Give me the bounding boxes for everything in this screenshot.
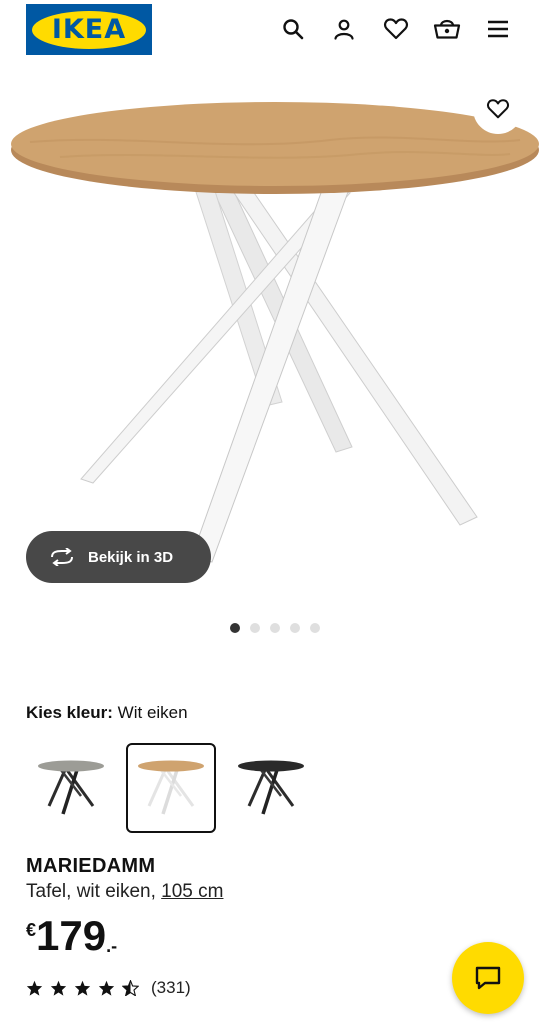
half-star-icon	[122, 980, 139, 996]
color-swatches	[26, 743, 316, 833]
product-rating[interactable]: (331)	[26, 978, 191, 998]
product-price: € 179 .-	[26, 912, 117, 960]
color-option-white-oak[interactable]	[126, 743, 216, 833]
product-description-text: Tafel, wit eiken,	[26, 881, 162, 902]
gallery-dot[interactable]	[250, 623, 260, 633]
color-option-grey[interactable]	[26, 743, 116, 833]
price-decimal: .-	[106, 936, 118, 956]
star-icon	[98, 980, 115, 996]
gallery-dot[interactable]	[230, 623, 240, 633]
favourites-icon[interactable]	[381, 14, 411, 44]
rotate-3d-icon	[51, 548, 73, 566]
oak-table-thumbnail	[138, 760, 204, 815]
ikea-logo[interactable]: IKEA	[26, 4, 152, 55]
star-icon	[26, 980, 43, 996]
shopping-basket-icon[interactable]	[432, 14, 462, 44]
grey-table-thumbnail	[38, 760, 104, 815]
chat-icon	[475, 966, 501, 990]
black-table-thumbnail	[238, 760, 304, 815]
color-selector-label: Kies kleur: Wit eiken	[26, 703, 188, 723]
gallery-dot[interactable]	[270, 623, 280, 633]
chat-button[interactable]	[452, 942, 524, 1014]
gallery-dot[interactable]	[290, 623, 300, 633]
product-name: MARIEDAMM	[26, 855, 156, 877]
star-icon	[50, 980, 67, 996]
price-currency: €	[26, 920, 37, 940]
rating-stars	[26, 980, 139, 996]
size-link[interactable]: 105 cm	[161, 881, 223, 902]
gallery-pagination	[0, 623, 550, 633]
review-count: (331)	[151, 978, 191, 997]
gallery-dot[interactable]	[310, 623, 320, 633]
logo-oval: IKEA	[32, 10, 146, 49]
price-amount: 179	[36, 912, 107, 959]
account-icon[interactable]	[329, 14, 359, 44]
header: IKEA	[0, 0, 550, 62]
heart-icon	[487, 99, 509, 119]
menu-icon[interactable]	[483, 14, 513, 44]
image-favourite-button[interactable]	[473, 84, 523, 134]
selected-color-value: Wit eiken	[117, 703, 188, 722]
view-in-3d-button[interactable]: Bekijk in 3D	[26, 531, 211, 583]
view-in-3d-label: Bekijk in 3D	[88, 548, 174, 566]
star-icon	[74, 980, 91, 996]
color-option-black[interactable]	[226, 743, 316, 833]
logo-text: IKEA	[51, 14, 127, 45]
color-label: Kies kleur:	[26, 703, 113, 722]
product-description: Tafel, wit eiken, 105 cm	[26, 881, 223, 903]
search-icon[interactable]	[278, 14, 308, 44]
